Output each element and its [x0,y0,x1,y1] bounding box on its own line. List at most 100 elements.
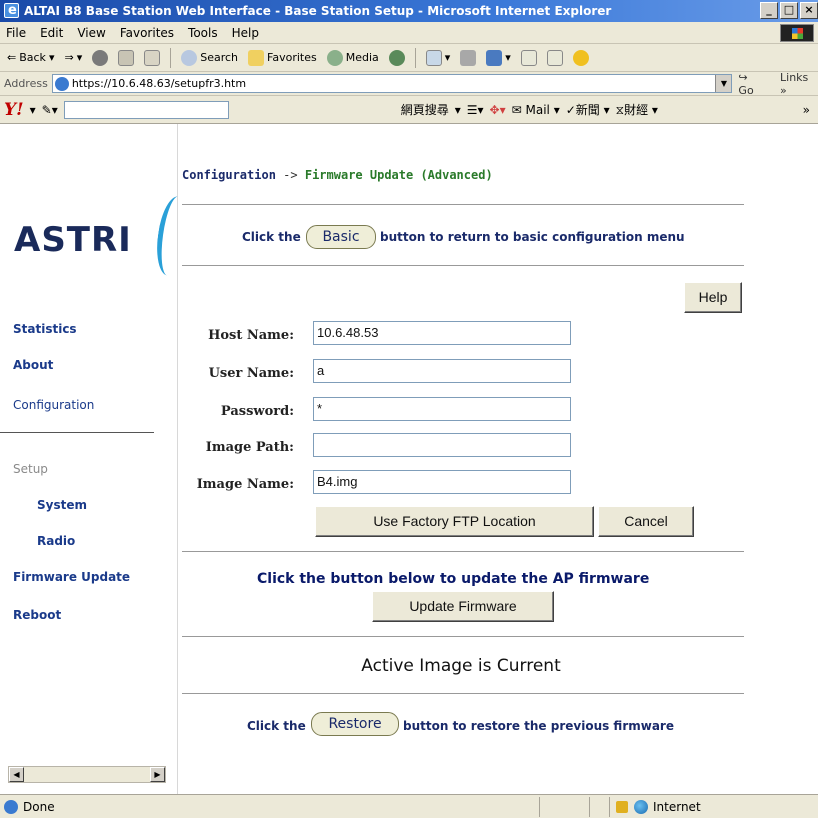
forward-arrow-icon: ⇒ [64,51,74,64]
yahoo-toolbar: Y! ▾ ✎▾ 網頁搜尋 ▾ ☰▾ ✥▾ ✉ Mail ▾ ✓新聞 ▾ ⧖財經 … [0,96,818,124]
host-name-label: Host Name: [208,328,294,343]
image-name-label: Image Name: [196,477,294,492]
list-icon[interactable]: ☰▾ [467,103,484,117]
menu-favorites[interactable]: Favorites [120,26,174,40]
mail-link[interactable]: ✉ Mail ▾ [512,103,560,117]
refresh-button[interactable] [115,47,137,69]
back-label: Back [19,51,46,64]
history-button[interactable] [386,47,408,69]
windows-logo-icon [780,24,814,42]
security-zone-label: Internet [653,799,701,814]
stop-button[interactable] [89,47,111,69]
chevron-down-icon: ▾ [48,51,55,64]
home-button[interactable] [141,47,163,69]
divider [182,551,744,552]
history-icon [388,49,405,66]
image-path-label: Image Path: [205,440,294,455]
user-name-label: User Name: [208,366,294,381]
menu-edit[interactable]: Edit [40,26,63,40]
breadcrumb: Configuration -> Firmware Update (Advanc… [182,168,493,182]
edit-icon [486,49,503,66]
links-button[interactable]: Links » [780,71,818,97]
update-prompt: Click the button below to update the AP … [257,571,650,587]
discuss-button[interactable] [518,47,540,69]
maximize-button[interactable]: □ [780,2,798,19]
user-name-input[interactable]: a [313,359,571,383]
research-button[interactable] [544,47,566,69]
mail-link-label: Mail [525,102,550,117]
restore-button[interactable]: Restore [311,712,399,736]
status-done: Done [0,796,540,817]
use-factory-ftp-button[interactable]: Use Factory FTP Location [315,506,594,537]
basic-button[interactable]: Basic [306,225,376,249]
web-search-button[interactable]: 網頁搜尋 [401,101,449,118]
sidebar-item-firmware-update[interactable]: Firmware Update [13,570,130,584]
active-image-status: Active Image is Current [361,656,561,676]
go-button[interactable]: ↪ Go [738,71,766,97]
pencil-icon[interactable]: ✎▾ [42,103,58,117]
scroll-right-arrow-icon[interactable]: ▶ [150,767,165,782]
chevron-down-icon[interactable]: ▾ [455,103,461,117]
title-bar: ALTAI B8 Base Station Web Interface - Ba… [0,0,818,22]
main-content: Configuration -> Firmware Update (Advanc… [178,124,818,794]
highlight-icon[interactable]: ✥▾ [490,103,506,117]
astri-logo: ASTRI [14,220,132,260]
menu-tools[interactable]: Tools [188,26,218,40]
address-dropdown-button[interactable]: ▼ [715,75,732,92]
close-button[interactable]: × [800,2,818,19]
breadcrumb-current: Firmware Update (Advanced) [304,168,493,182]
host-name-input[interactable]: 10.6.48.53 [313,321,571,345]
home-icon [144,49,161,66]
menu-file[interactable]: File [6,26,26,40]
sidebar-item-about[interactable]: About [13,358,53,372]
favorites-label: Favorites [267,51,317,64]
stop-icon [92,49,109,66]
messenger-button[interactable] [570,47,592,69]
back-button[interactable]: ⇐ Back ▾ [4,47,57,69]
favorites-button[interactable]: Favorites [245,47,320,69]
menu-help[interactable]: Help [232,26,259,40]
scroll-left-arrow-icon[interactable]: ◀ [9,767,24,782]
image-name-input[interactable]: B4.img [313,470,571,494]
sidebar-item-reboot[interactable]: Reboot [13,608,61,622]
chevron-down-icon[interactable]: ▾ [30,103,36,117]
breadcrumb-configuration: Configuration [182,168,276,182]
edit-button[interactable]: ▾ [483,47,514,69]
password-input[interactable]: * [313,397,571,421]
divider [182,693,744,694]
sidebar-item-system[interactable]: System [37,498,87,512]
search-label: Search [200,51,239,64]
forward-button[interactable]: ⇒ ▾ [61,47,85,69]
update-firmware-button[interactable]: Update Firmware [372,591,554,622]
image-path-input[interactable] [313,433,571,457]
help-button[interactable]: Help [684,282,742,313]
mail-button[interactable]: ▾ [423,47,454,69]
print-button[interactable] [457,47,479,69]
search-button[interactable]: Search [178,47,241,69]
sidebar-horizontal-scrollbar[interactable]: ◀ ▶ [8,766,166,783]
address-input[interactable]: https://10.6.48.63/setupfr3.htm ▼ [51,74,733,93]
sidebar-item-configuration[interactable]: Configuration [13,398,94,412]
sidebar-divider [0,432,154,433]
chevron-right-icon[interactable]: » [803,103,810,117]
status-text: Done [23,799,55,814]
divider [182,204,744,205]
password-label: Password: [220,404,294,419]
sidebar-item-radio[interactable]: Radio [37,534,75,548]
yahoo-logo[interactable]: Y! [4,100,24,120]
sidebar-item-setup[interactable]: Setup [13,462,48,476]
status-bar: Done Internet [0,794,818,818]
media-button[interactable]: Media [324,47,382,69]
ie-icon [4,0,19,22]
search-icon [181,49,198,66]
yahoo-search-input[interactable] [63,100,229,119]
favorites-icon [248,49,265,66]
news-link[interactable]: ✓新聞 ▾ [566,101,610,118]
cancel-button[interactable]: Cancel [598,506,694,537]
media-icon [326,49,343,66]
status-cell [540,796,590,817]
sidebar-item-statistics[interactable]: Statistics [13,322,77,336]
minimize-button[interactable]: _ [760,2,778,19]
menu-view[interactable]: View [77,26,105,40]
finance-link[interactable]: ⧖財經 ▾ [616,101,658,118]
